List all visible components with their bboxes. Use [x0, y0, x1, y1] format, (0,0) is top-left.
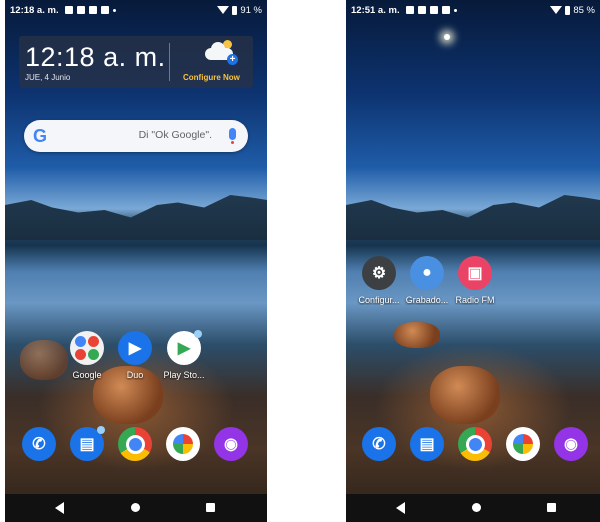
- dock-camera[interactable]: ◉: [206, 427, 256, 461]
- settings-notification-icon: [76, 6, 85, 14]
- gallery-notification-icon: [64, 6, 73, 14]
- dock-messages[interactable]: ▤: [62, 426, 112, 461]
- radio-icon[interactable]: ▣: [458, 256, 492, 290]
- dock: ✆ ▤ ◉: [346, 427, 600, 463]
- status-bar: 12:18 a. m. 91 %: [5, 0, 267, 20]
- back-icon[interactable]: [396, 502, 405, 514]
- wallpaper-rock: [394, 322, 440, 348]
- battery-icon: [232, 5, 238, 15]
- status-bar: 12:51 a. m. 85 %: [346, 0, 600, 20]
- battery-level: 91 %: [240, 4, 262, 16]
- photos-icon[interactable]: [166, 427, 200, 461]
- mic-icon[interactable]: [229, 128, 236, 144]
- app-label: Play Sto...: [163, 370, 205, 380]
- notification-badge: [97, 426, 105, 434]
- app-recorder[interactable]: ● Grabado...: [402, 256, 452, 305]
- dock: ✆ ▤ ◉: [5, 426, 267, 463]
- camera-icon[interactable]: ◉: [554, 427, 588, 461]
- google-search-bar[interactable]: G Di "Ok Google".: [24, 120, 248, 152]
- app-settings[interactable]: ⚙ Configur...: [354, 256, 404, 305]
- battery-icon: [565, 5, 571, 15]
- app-label: Google: [72, 370, 102, 380]
- app-label: Radio FM: [455, 295, 495, 305]
- phone-screen-right: 12:51 a. m. 85 % ⚙ Configur... ● Grabado…: [346, 0, 600, 522]
- clock-weather-widget[interactable]: 12:18 a. m. JUE, 4 Junio + Configure Now: [19, 36, 253, 88]
- more-notifications-icon: [453, 8, 457, 12]
- widget-divider: [169, 43, 170, 81]
- back-icon[interactable]: [55, 502, 64, 514]
- dock-phone[interactable]: ✆: [354, 427, 404, 461]
- dock-phone[interactable]: ✆: [14, 427, 64, 461]
- dock-messages[interactable]: ▤: [402, 427, 452, 461]
- status-time: 12:18 a. m.: [10, 4, 59, 16]
- wallpaper-rock: [20, 340, 68, 380]
- app-label: Configur...: [358, 295, 400, 305]
- recents-icon[interactable]: [547, 503, 556, 512]
- app-google-folder[interactable]: Google: [62, 331, 112, 380]
- google-logo-icon: G: [33, 126, 48, 146]
- photos-icon[interactable]: [506, 427, 540, 461]
- navigation-bar: [346, 494, 600, 522]
- chrome-icon[interactable]: [458, 427, 492, 461]
- shield-notification-icon: [441, 6, 450, 14]
- home-icon[interactable]: [131, 503, 140, 512]
- settings-gear-icon[interactable]: ⚙: [362, 256, 396, 290]
- dock-camera[interactable]: ◉: [546, 427, 596, 461]
- app-duo[interactable]: ▶ Duo: [110, 331, 160, 380]
- phone-screen-left: 12:18 a. m. 91 % 12:18 a. m. JUE, 4 Juni…: [5, 0, 267, 522]
- messages-icon[interactable]: ▤: [410, 427, 444, 461]
- dock-chrome[interactable]: [110, 427, 160, 461]
- gallery-notification-icon: [405, 6, 414, 14]
- sim-notification-icon: [100, 6, 109, 14]
- add-weather-icon[interactable]: +: [227, 54, 238, 65]
- duo-icon[interactable]: ▶: [118, 331, 152, 365]
- phone-icon[interactable]: ✆: [22, 427, 56, 461]
- navigation-bar: [5, 494, 267, 522]
- app-radio-fm[interactable]: ▣ Radio FM: [450, 256, 500, 305]
- dock-photos[interactable]: [158, 427, 208, 461]
- wifi-icon: [217, 6, 230, 14]
- app-label: Duo: [126, 370, 144, 380]
- recents-icon[interactable]: [206, 503, 215, 512]
- widget-clock[interactable]: 12:18 a. m.: [25, 42, 166, 73]
- settings-notification-icon: [417, 6, 426, 14]
- app-play-store[interactable]: ▶ Play Sto...: [159, 330, 209, 380]
- battery-level: 85 %: [573, 4, 595, 16]
- more-notifications-icon: [112, 8, 116, 12]
- search-hint: Di "Ok Google".: [138, 129, 212, 141]
- configure-now-link[interactable]: Configure Now: [183, 73, 240, 82]
- status-time: 12:51 a. m.: [351, 4, 400, 16]
- widget-date: JUE, 4 Junio: [25, 73, 71, 82]
- chrome-icon[interactable]: [118, 427, 152, 461]
- wallpaper-star: [444, 34, 450, 40]
- wifi-icon: [550, 6, 563, 14]
- app-label: Grabado...: [405, 295, 449, 305]
- wallpaper-rock: [430, 366, 500, 424]
- play-store-icon[interactable]: ▶: [167, 330, 202, 365]
- microphone-icon[interactable]: ●: [410, 256, 444, 290]
- phone-icon[interactable]: ✆: [362, 427, 396, 461]
- notification-badge: [194, 330, 202, 338]
- message-notification-icon: [88, 6, 97, 14]
- google-folder-icon[interactable]: [70, 331, 104, 365]
- dock-chrome[interactable]: [450, 427, 500, 461]
- camera-icon[interactable]: ◉: [214, 427, 248, 461]
- home-icon[interactable]: [472, 503, 481, 512]
- messages-icon[interactable]: ▤: [70, 426, 105, 461]
- dock-photos[interactable]: [498, 427, 548, 461]
- sim-notification-icon: [429, 6, 438, 14]
